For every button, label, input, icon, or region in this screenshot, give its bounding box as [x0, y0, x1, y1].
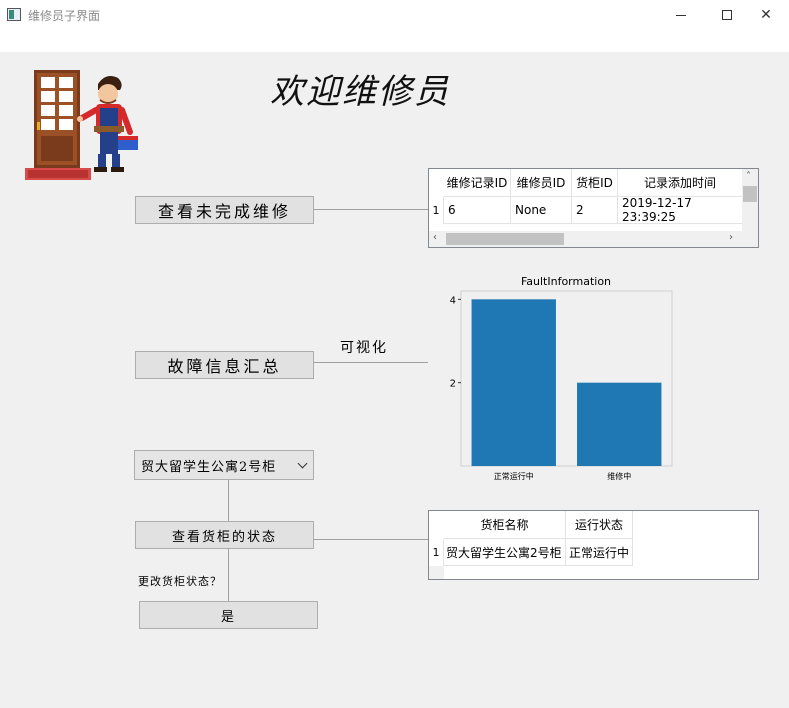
fault-summary-button[interactable]: 故障信息汇总: [135, 351, 314, 379]
close-button[interactable]: ✕: [743, 0, 789, 30]
minimize-button[interactable]: [658, 0, 704, 30]
bar-1: [577, 382, 662, 466]
app-icon: [7, 8, 21, 21]
welcome-heading: 欢迎维修员: [270, 72, 450, 112]
connector-line: [228, 549, 229, 601]
column-header-cabinet-id[interactable]: 货柜ID: [572, 169, 618, 197]
horizontal-scrollbar[interactable]: ‹ ›: [429, 231, 758, 247]
table-cell[interactable]: 2: [572, 197, 618, 224]
maximize-icon: [722, 10, 732, 20]
vertical-scroll-thumb[interactable]: [743, 186, 757, 202]
horizontal-scroll-thumb[interactable]: [446, 233, 564, 245]
cabinet-select-value: 贸大留学生公寓2号柜: [141, 459, 277, 475]
scroll-left-icon[interactable]: ‹: [433, 232, 437, 243]
scroll-right-icon[interactable]: ›: [729, 232, 733, 243]
table-cell[interactable]: 6: [444, 197, 511, 224]
vertical-scrollbar[interactable]: ˄: [742, 169, 758, 231]
chart-title: FaultInformation: [521, 275, 611, 288]
chevron-down-icon[interactable]: [297, 458, 308, 469]
table-cell[interactable]: 正常运行中: [566, 539, 633, 566]
cabinet-select[interactable]: 贸大留学生公寓2号柜: [134, 450, 314, 480]
cabinet-status-table[interactable]: 货柜名称 运行状态 1 贸大留学生公寓2号柜 正常运行中: [428, 510, 759, 580]
bar-0: [471, 299, 556, 466]
minimize-icon: [676, 14, 686, 16]
column-header-add-time[interactable]: 记录添加时间: [618, 169, 743, 197]
column-header-repairman-id[interactable]: 维修员ID: [511, 169, 572, 197]
close-icon: ✕: [760, 7, 772, 23]
row-header[interactable]: 1: [429, 539, 444, 566]
repair-records-table[interactable]: 维修记录ID 维修员ID 货柜ID 记录添加时间 1 6 None 2 2019…: [428, 168, 759, 248]
y-tick-label: 2: [450, 379, 456, 390]
view-cabinet-status-button[interactable]: 查看货柜的状态: [135, 521, 314, 549]
scroll-up-icon[interactable]: ˄: [746, 171, 751, 182]
connector-line: [314, 539, 428, 540]
view-unfinished-repairs-button[interactable]: 查看未完成维修: [135, 196, 314, 224]
repairman-illustration: [25, 70, 138, 180]
connector-line: [314, 362, 428, 363]
title-bar: 维修员子界面 ✕: [0, 0, 789, 30]
y-tick-label: 4: [450, 295, 456, 306]
column-header-cabinet-name[interactable]: 货柜名称: [444, 511, 566, 539]
table-cell[interactable]: None: [511, 197, 572, 224]
connector-line: [228, 480, 229, 522]
x-tick-label: 正常运行中: [494, 471, 534, 481]
menu-band: [0, 30, 789, 52]
column-header-record-id[interactable]: 维修记录ID: [444, 169, 511, 197]
corner-cell: [429, 566, 444, 579]
connector-line: [314, 209, 428, 210]
column-header-run-status[interactable]: 运行状态: [566, 511, 633, 539]
window-title: 维修员子界面: [28, 9, 101, 23]
row-header[interactable]: 1: [429, 197, 444, 224]
x-tick-label: 维修中: [607, 471, 631, 481]
confirm-yes-button[interactable]: 是: [139, 601, 318, 629]
table-cell[interactable]: 贸大留学生公寓2号柜: [444, 539, 566, 566]
change-status-label: 更改货柜状态？: [138, 575, 222, 588]
table-cell[interactable]: 2019-12-17 23:39:25: [618, 196, 743, 224]
visualize-label: 可视化: [340, 340, 388, 356]
fault-info-chart: FaultInformation 正常运行中 维修中 2 4: [450, 275, 673, 481]
